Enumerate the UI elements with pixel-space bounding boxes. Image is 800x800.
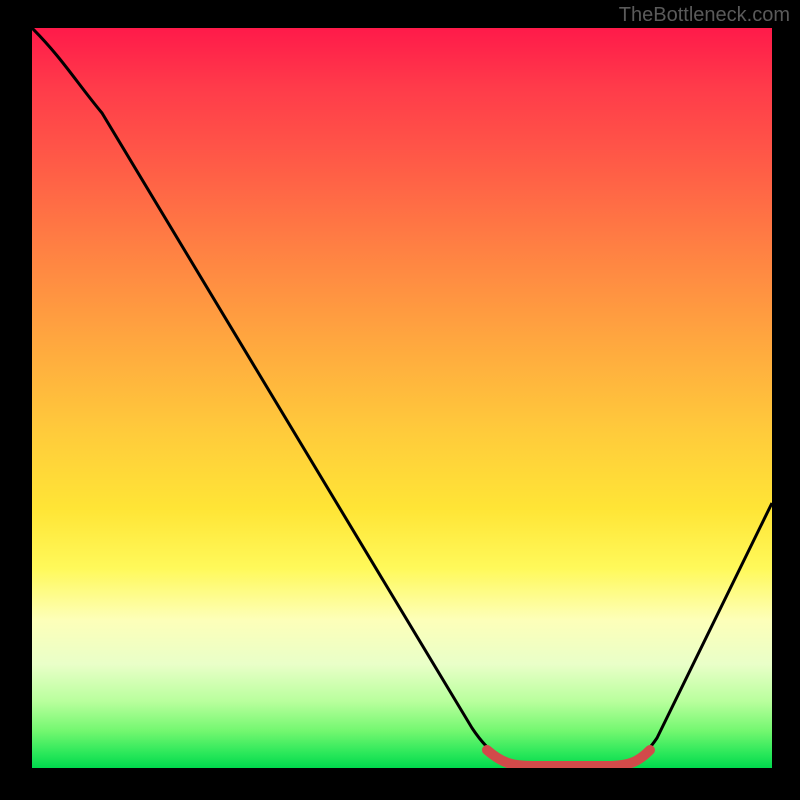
chart-svg [32,28,772,768]
optimal-zone-marker [487,750,650,766]
watermark-text: TheBottleneck.com [619,4,790,27]
bottleneck-curve [32,28,772,766]
chart-plot-area [32,28,772,768]
